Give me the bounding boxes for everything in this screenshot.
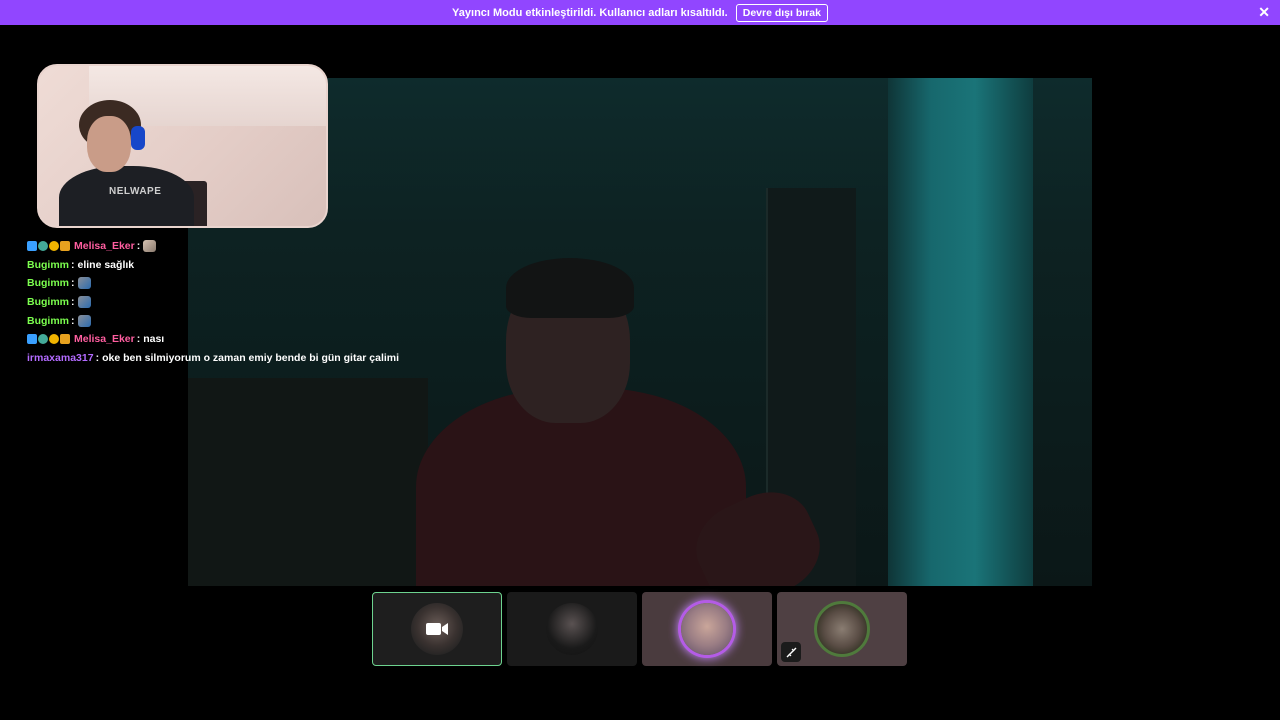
participant-tile-4[interactable] (777, 592, 907, 666)
chat-message: Melisa_Eker : (27, 237, 427, 256)
pepe-emote-icon (77, 277, 91, 290)
chat-separator: : (71, 258, 75, 271)
camera-tile[interactable] (372, 592, 502, 666)
chat-username[interactable]: Bugimm (27, 315, 69, 327)
close-icon[interactable]: ✕ (1258, 4, 1270, 20)
participant-tile-3[interactable] (642, 592, 772, 666)
avatar (681, 603, 733, 655)
chat-message: Bugimm : eline sağlık (27, 256, 427, 275)
headset-icon (131, 126, 145, 150)
chat-separator: : (136, 333, 141, 346)
shirt-print: NELWAPE (109, 186, 162, 197)
participant-tile-2[interactable] (507, 592, 637, 666)
streamer-mode-banner: Yayıncı Modu etkinleştirildi. Kullanıcı … (0, 0, 1280, 25)
video-desk (188, 378, 428, 586)
chat-message: Bugimm : (27, 293, 427, 312)
video-window (888, 78, 1033, 586)
pepe-emote-icon (77, 314, 91, 327)
chat-message: Melisa_Eker : nası (27, 330, 427, 349)
chat-text: eline sağlık (77, 258, 135, 271)
chat-username[interactable]: Melisa_Eker (74, 333, 135, 345)
video-camera-icon (426, 623, 448, 635)
chat-text: oke ben silmiyorum o zaman emiy bende bi… (102, 351, 400, 364)
chat-separator: : (71, 277, 75, 290)
chat-separator: : (71, 296, 75, 309)
participant-tiles (372, 592, 912, 666)
disable-streamer-mode-button[interactable]: Devre dışı bırak (735, 3, 828, 22)
chat-overlay: Melisa_Eker : Bugimm : eline sağlık Bugi… (27, 237, 427, 367)
bits-badge-icon (49, 334, 59, 345)
avatar (546, 603, 598, 655)
chat-message: Bugimm : (27, 311, 427, 330)
verified-badge-icon (38, 334, 48, 345)
prime-badge-icon (27, 334, 37, 345)
bits-badge-icon (49, 241, 59, 252)
muted-icon (781, 642, 801, 662)
webcam-person-face (87, 116, 131, 172)
pepe-emote-icon (77, 296, 91, 309)
chat-message: irmaxama317 : oke ben silmiyorum o zaman… (27, 349, 427, 368)
video-person-hair (506, 258, 634, 318)
chat-separator: : (95, 351, 100, 364)
chat-text: nası (143, 333, 165, 346)
chat-username[interactable]: irmaxama317 (27, 352, 94, 364)
user-badges (27, 334, 71, 345)
chat-message: Bugimm : (27, 274, 427, 293)
chat-username[interactable]: Melisa_Eker (74, 240, 135, 252)
chat-separator: : (136, 240, 141, 253)
user-badges (27, 241, 71, 252)
crown-badge-icon (60, 241, 70, 252)
avatar (814, 601, 870, 657)
chat-username[interactable]: Bugimm (27, 277, 69, 289)
chat-separator: : (71, 314, 75, 327)
chat-username[interactable]: Bugimm (27, 259, 69, 271)
verified-badge-icon (38, 241, 48, 252)
cat-emote-icon (143, 240, 157, 253)
banner-message: Yayıncı Modu etkinleştirildi. Kullanıcı … (452, 6, 728, 19)
chat-username[interactable]: Bugimm (27, 296, 69, 308)
prime-badge-icon (27, 241, 37, 252)
webcam-person-shirt (59, 166, 194, 226)
crown-badge-icon (60, 334, 70, 345)
webcam-overlay: NELWAPE (37, 64, 328, 228)
